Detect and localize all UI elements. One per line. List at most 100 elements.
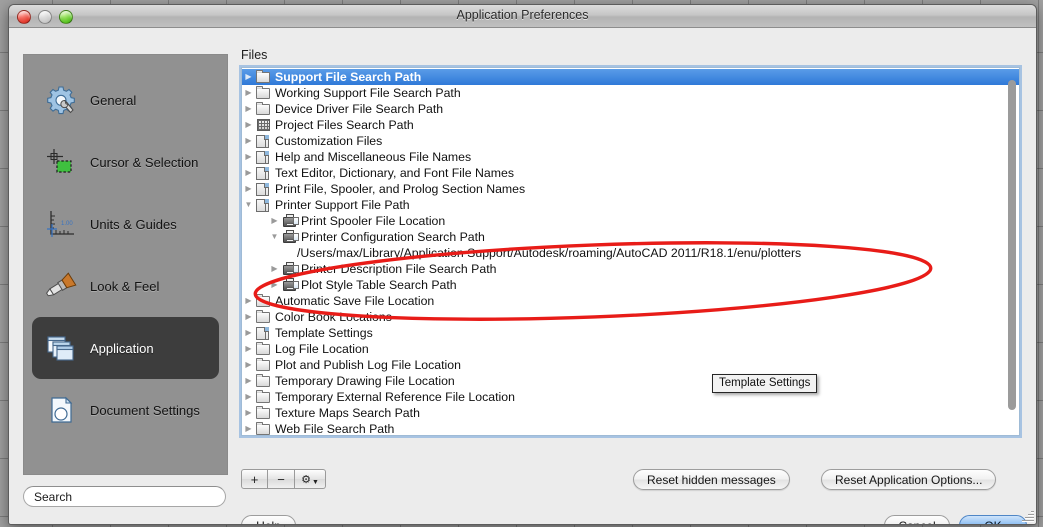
disclosure-triangle-closed[interactable]: ▶ (268, 261, 281, 277)
resize-grip[interactable] (1020, 509, 1034, 523)
tree-row-label: Temporary Drawing File Location (275, 374, 455, 388)
tree-row-label: Printer Support File Path (275, 198, 410, 212)
disclosure-triangle-closed[interactable]: ▶ (242, 69, 255, 85)
svg-text:1.00: 1.00 (61, 221, 73, 227)
sidebar-item-label: Cursor & Selection (90, 154, 199, 170)
sidebar-item-look-feel[interactable]: Look & Feel (32, 255, 219, 317)
disclosure-triangle-closed[interactable]: ▶ (242, 357, 255, 373)
disclosure-triangle-closed[interactable]: ▶ (242, 181, 255, 197)
disclosure-triangle-open[interactable]: ▼ (268, 229, 281, 245)
tree-row[interactable]: ▶ Automatic Save File Location (242, 293, 1019, 309)
sidebar-item-application[interactable]: Application (32, 317, 219, 379)
sidebar-item-label: Document Settings (90, 402, 200, 418)
disclosure-triangle-closed[interactable]: ▶ (242, 85, 255, 101)
tree-row-label: Print File, Spooler, and Prolog Section … (275, 182, 526, 196)
tree-row-label: Customization Files (275, 134, 383, 148)
sidebar-item-units-guides[interactable]: 1.00 Units & Guides (32, 193, 219, 255)
tree-row[interactable]: ▶ Web File Search Path (242, 421, 1019, 435)
printer-icon (281, 230, 299, 244)
cancel-button[interactable]: Cancel (884, 515, 950, 524)
folder-icon (255, 390, 272, 404)
tree-row[interactable]: ▼ Printer Support File Path (242, 197, 1019, 213)
search-input[interactable] (23, 486, 226, 507)
chevron-down-icon: ▼ (311, 478, 319, 486)
tree-row-label: Device Driver File Search Path (275, 102, 444, 116)
folder-icon (255, 86, 272, 100)
windows-stack-icon (44, 331, 78, 365)
add-path-button[interactable]: + (241, 469, 268, 489)
disclosure-triangle-closed[interactable]: ▶ (268, 277, 281, 293)
disclosure-triangle-closed[interactable]: ▶ (242, 405, 255, 421)
sidebar-item-label: Look & Feel (90, 278, 160, 294)
folder-icon (255, 310, 272, 324)
tree-row[interactable]: ▶ Print Spooler File Location (242, 213, 1019, 229)
tree-row[interactable]: ▶ Print File, Spooler, and Prolog Section… (242, 181, 1019, 197)
folder-icon (255, 406, 272, 420)
gear-wrench-icon (44, 83, 78, 117)
sidebar-item-cursor-selection[interactable]: Cursor & Selection (32, 131, 219, 193)
disclosure-triangle-closed[interactable]: ▶ (242, 389, 255, 405)
remove-path-button[interactable]: − (268, 469, 295, 489)
disclosure-triangle-closed[interactable]: ▶ (268, 213, 281, 229)
window-title: Application Preferences (456, 8, 589, 22)
file-paths-list[interactable]: ▶ Support File Search Path ▶ Working Suppor… (241, 67, 1020, 436)
tree-row-label: Texture Maps Search Path (275, 406, 420, 420)
tree-row[interactable]: ▶ Printer Description File Search Path (242, 261, 1019, 277)
tree-row[interactable]: ▼ Printer Configuration Search Path (242, 229, 1019, 245)
disclosure-triangle-closed[interactable]: ▶ (242, 101, 255, 117)
tree-row-label: Printer Description File Search Path (301, 262, 497, 276)
tree-row[interactable]: ▶ Text Editor, Dictionary, and Font File … (242, 165, 1019, 181)
tree-row-label: Print Spooler File Location (301, 214, 446, 228)
tree-row[interactable]: ▶ Color Book Locations (242, 309, 1019, 325)
tree-row[interactable]: ▶ Texture Maps Search Path (242, 405, 1019, 421)
folder-icon (255, 422, 272, 435)
tree-row[interactable]: /Users/max/Library/Application Support/A… (242, 245, 1019, 261)
printer-icon (281, 262, 299, 276)
tree-row[interactable]: ▶ Plot and Publish Log File Location (242, 357, 1019, 373)
tree-rows: ▶ Support File Search Path ▶ Working Suppor… (242, 68, 1019, 435)
vertical-scrollbar[interactable] (1008, 80, 1016, 410)
tree-row-label: Plot and Publish Log File Location (275, 358, 461, 372)
tree-row[interactable]: ▶ Temporary External Reference File Locat… (242, 389, 1019, 405)
disclosure-triangle-closed[interactable]: ▶ (242, 325, 255, 341)
disclosure-triangle-closed[interactable]: ▶ (242, 309, 255, 325)
preferences-window: Application Preferences General Cursor &… (8, 4, 1037, 525)
sidebar: General Cursor & Selection 1.00 Units & … (23, 54, 228, 475)
help-button[interactable]: Help (241, 515, 296, 524)
tree-row[interactable]: ▶ Help and Miscellaneous File Names (242, 149, 1019, 165)
reset-application-options-button[interactable]: Reset Application Options... (821, 469, 997, 490)
sidebar-item-document-settings[interactable]: Document Settings (32, 379, 219, 441)
disclosure-triangle-closed[interactable]: ▶ (242, 165, 255, 181)
sidebar-item-label: General (90, 92, 137, 108)
files-pane: Files ▶ Support File Search Path ▶ Working … (241, 48, 1026, 436)
tree-row[interactable]: ▶ Working Support File Search Path (242, 85, 1019, 101)
disclosure-triangle-closed[interactable]: ▶ (242, 373, 255, 389)
tree-row-label: Printer Configuration Search Path (301, 230, 485, 244)
window-body: General Cursor & Selection 1.00 Units & … (9, 28, 1036, 524)
tree-row[interactable]: ▶ Device Driver File Search Path (242, 101, 1019, 117)
printer-icon (281, 214, 299, 228)
disclosure-triangle-closed[interactable]: ▶ (242, 149, 255, 165)
disclosure-triangle-closed[interactable]: ▶ (242, 341, 255, 357)
sidebar-item-general[interactable]: General (32, 69, 219, 131)
tree-row[interactable]: ▶ Plot Style Table Search Path (242, 277, 1019, 293)
tree-row-label: Support File Search Path (275, 70, 422, 84)
disclosure-triangle-closed[interactable]: ▶ (242, 117, 255, 133)
disclosure-triangle-closed[interactable]: ▶ (242, 133, 255, 149)
disclosure-triangle-open[interactable]: ▼ (242, 197, 255, 213)
tree-row[interactable]: ▶ Temporary Drawing File Location (242, 373, 1019, 389)
reset-hidden-messages-button[interactable]: Reset hidden messages (633, 469, 790, 490)
disclosure-triangle-closed[interactable]: ▶ (242, 421, 255, 435)
gear-menu-button[interactable]: ⚙ ▼ (295, 469, 326, 489)
ok-button[interactable]: OK (959, 515, 1027, 524)
title-bar[interactable]: Application Preferences (9, 5, 1036, 28)
tree-row[interactable]: ▶ Project Files Search Path (242, 117, 1019, 133)
tree-row[interactable]: ▶ Support File Search Path (242, 69, 1019, 85)
disclosure-triangle-closed[interactable]: ▶ (242, 293, 255, 309)
tree-row-label: Color Book Locations (275, 310, 392, 324)
folder-icon (255, 374, 272, 388)
list-actions-toolbar: + − ⚙ ▼ (241, 469, 326, 489)
tree-row[interactable]: ▶ Customization Files (242, 133, 1019, 149)
tree-row[interactable]: ▶ Template Settings (242, 325, 1019, 341)
tree-row[interactable]: ▶ Log File Location (242, 341, 1019, 357)
